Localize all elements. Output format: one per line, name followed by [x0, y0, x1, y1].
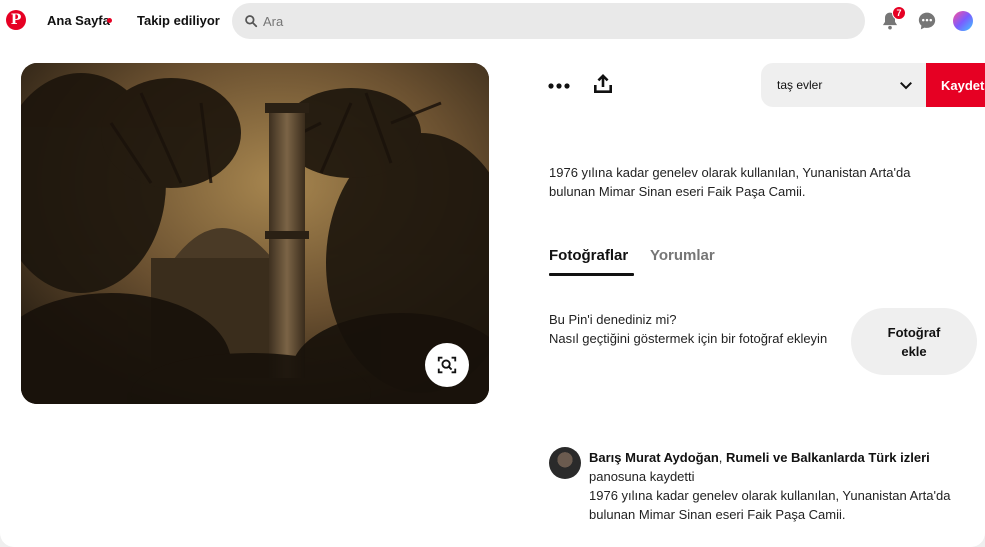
save-button[interactable]: Kaydet — [926, 63, 985, 107]
share-icon[interactable] — [591, 72, 615, 96]
nav-home-link[interactable]: Ana Sayfa — [47, 13, 110, 28]
more-icon[interactable] — [547, 74, 571, 98]
pin-description: 1976 yılına kadar genelev olarak kullanı… — [549, 165, 911, 199]
notification-badge: 7 — [892, 6, 906, 20]
top-navigation: P Ana Sayfa Takip ediliyor 7 — [0, 0, 985, 42]
mosque-photo-illustration — [21, 63, 489, 404]
board-dropdown[interactable]: taş evler — [761, 63, 927, 107]
saved-caption: 1976 yılına kadar genelev olarak kullanı… — [589, 488, 951, 522]
board-dropdown-value: taş evler — [777, 78, 823, 92]
saver-avatar[interactable] — [549, 447, 581, 479]
tried-pin-title: Bu Pin'i denediniz mi? — [549, 312, 677, 327]
user-avatar-button[interactable] — [953, 11, 973, 31]
pinterest-logo-icon[interactable]: P — [6, 10, 26, 30]
new-content-dot — [107, 18, 112, 23]
visual-search-button[interactable] — [425, 343, 469, 387]
pin-closeup-card: taş evler Kaydet 1976 yılına kadar genel… — [0, 42, 985, 547]
tab-photos[interactable]: Fotoğraflar — [549, 247, 628, 264]
tried-pin-prompt: Bu Pin'i denediniz mi? Nasıl geçtiğini g… — [549, 310, 829, 348]
add-photo-button[interactable]: Fotoğraf ekle — [851, 308, 977, 375]
chat-icon[interactable] — [917, 11, 937, 31]
visual-search-icon — [437, 356, 457, 374]
pin-image[interactable] — [21, 63, 489, 404]
search-input[interactable] — [263, 13, 823, 29]
board-name-link[interactable]: Rumeli ve Balkanlarda Türk izleri — [726, 450, 930, 465]
saved-action: panosuna kaydetti — [589, 469, 695, 484]
saver-separator: , — [718, 450, 727, 465]
tab-comments[interactable]: Yorumlar — [650, 247, 715, 264]
active-tab-indicator — [549, 273, 634, 276]
tried-pin-text: Nasıl geçtiğini göstermek için bir fotoğ… — [549, 331, 828, 346]
search-icon — [245, 15, 258, 28]
chevron-down-icon — [900, 81, 912, 90]
search-bar[interactable] — [232, 3, 865, 39]
saved-info: Barış Murat Aydoğan, Rumeli ve Balkanlar… — [589, 448, 979, 524]
saver-name-link[interactable]: Barış Murat Aydoğan — [589, 450, 719, 465]
nav-following-link[interactable]: Takip ediliyor — [137, 13, 220, 28]
